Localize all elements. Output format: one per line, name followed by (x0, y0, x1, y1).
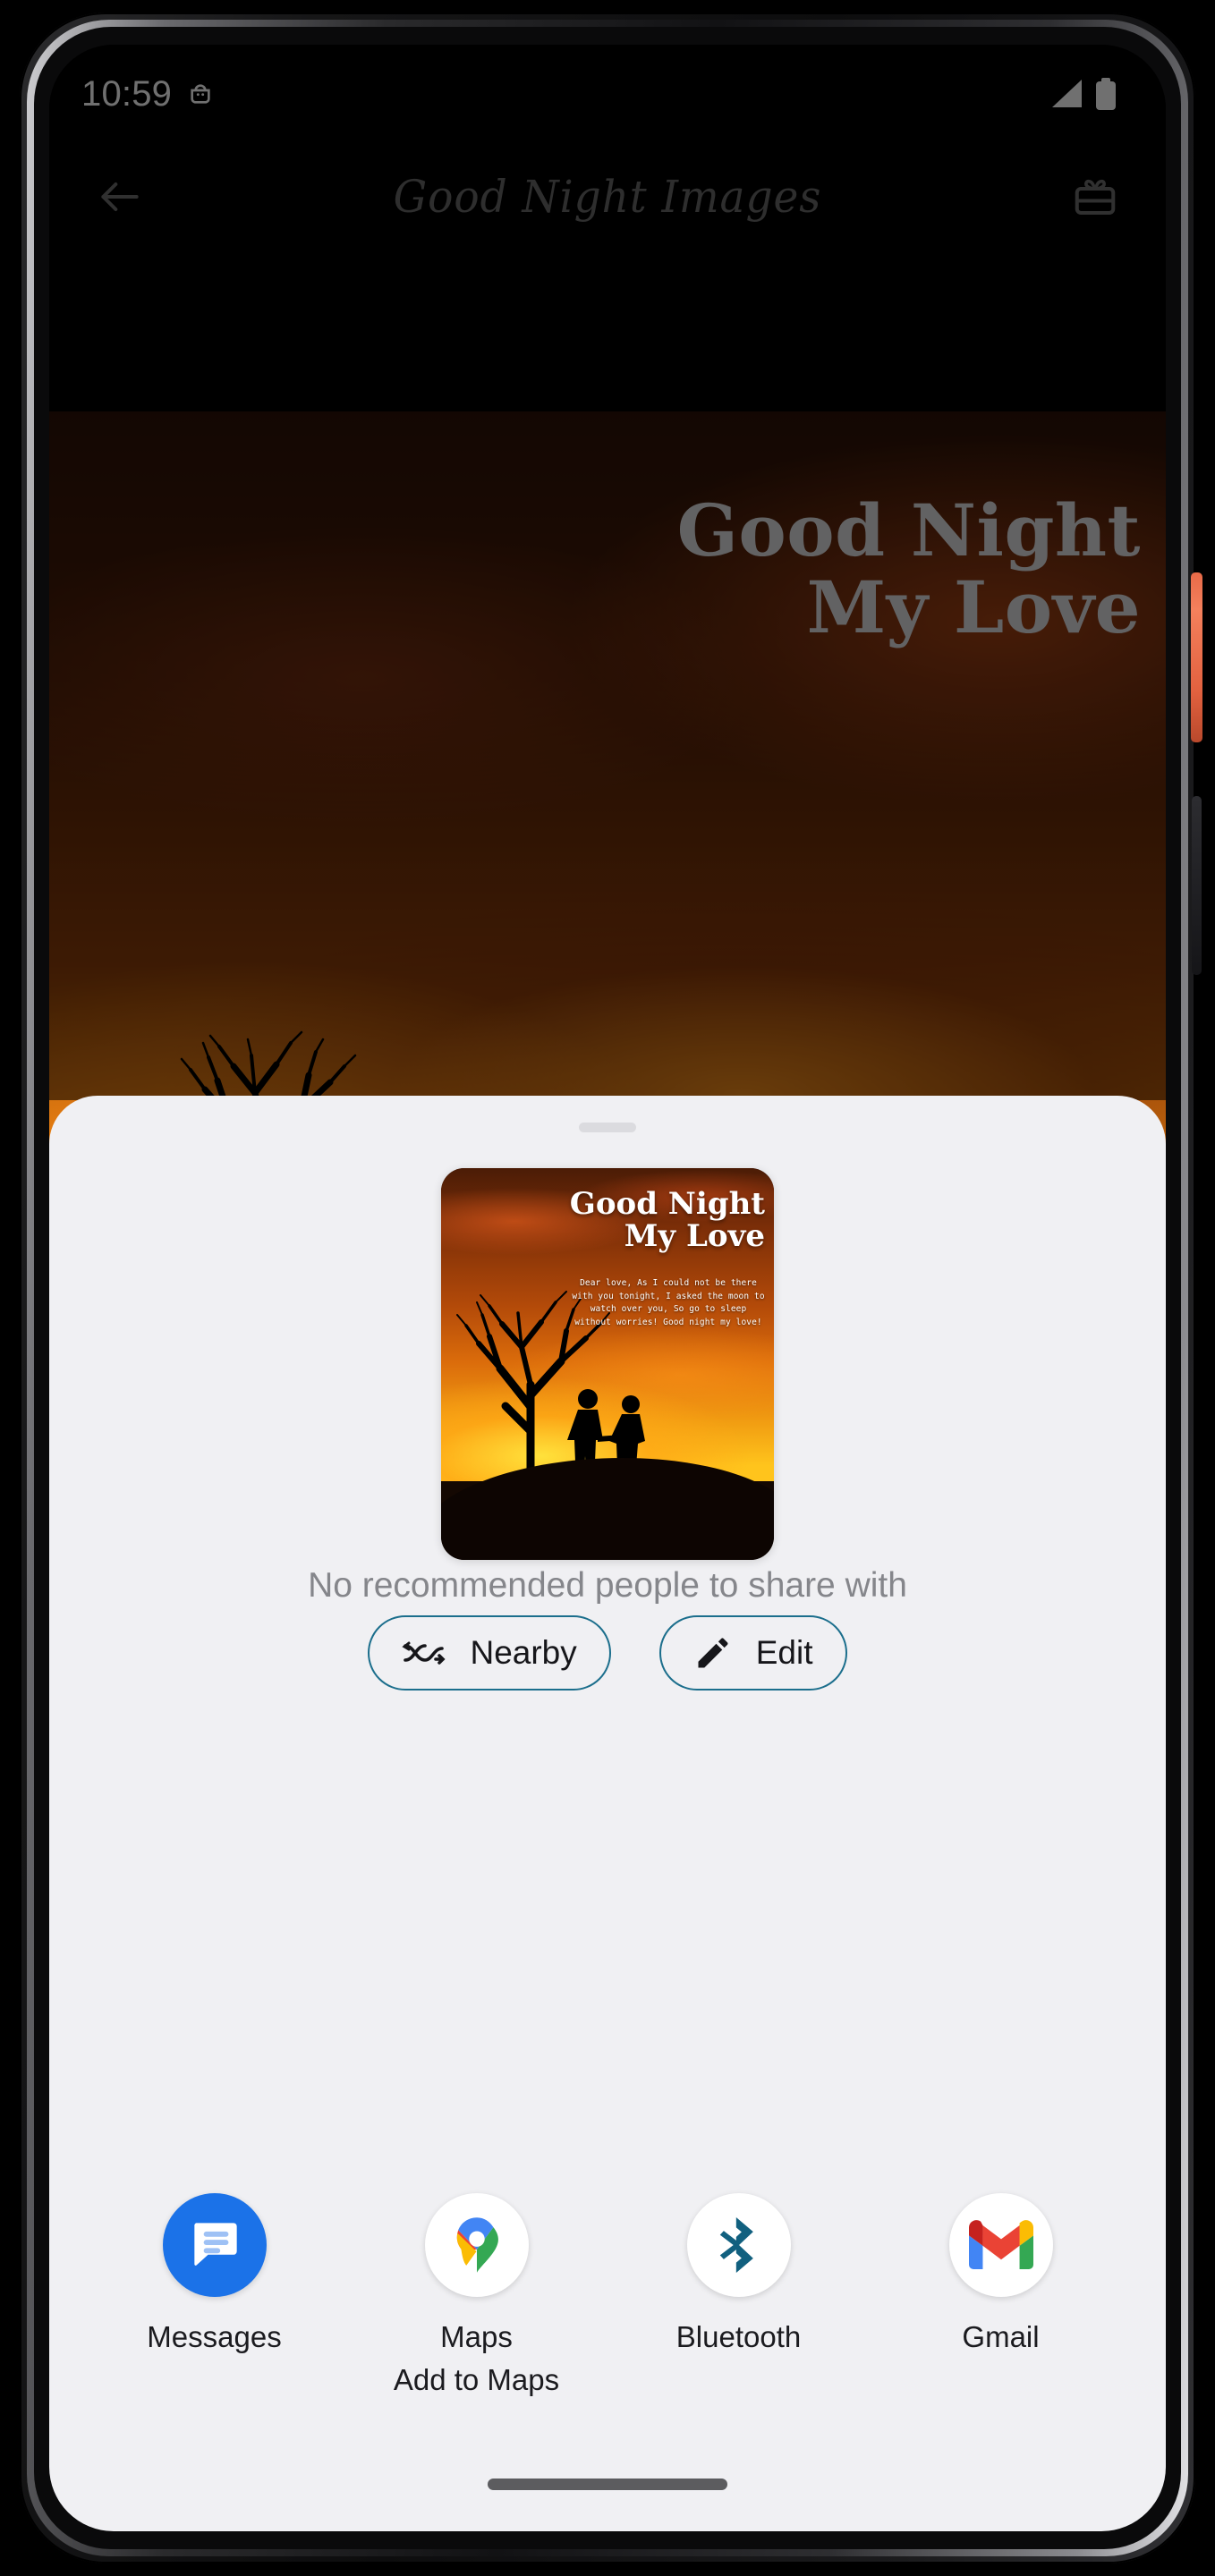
share-target-messages-label: Messages (147, 2320, 282, 2353)
nearby-button[interactable]: Nearby (368, 1615, 611, 1690)
nearby-share-icon (402, 1641, 446, 1665)
share-target-maps-label: Maps (440, 2320, 513, 2353)
background-scrim[interactable] (49, 45, 1166, 1100)
volume-button[interactable] (1192, 796, 1202, 975)
thumbnail-title: Good Night My Love (570, 1188, 765, 1252)
nearby-button-label: Nearby (470, 1634, 577, 1671)
share-target-bluetooth[interactable]: Bluetooth (636, 2193, 842, 2354)
empty-state-text: No recommended people to share with (308, 1566, 907, 1605)
thumbnail-message: Dear love, As I could not be there with … (572, 1278, 765, 1328)
edit-button-label: Edit (755, 1634, 813, 1671)
share-action-row: Nearby Edit (368, 1615, 847, 1690)
share-target-maps-subtitle: Add to Maps (393, 2363, 560, 2396)
share-target-gmail[interactable]: Gmail (898, 2193, 1104, 2354)
share-target-messages[interactable]: Messages (112, 2193, 318, 2354)
phone-frame: Good Night My Love 10:59 (0, 0, 1215, 2576)
phone-screen: Good Night My Love 10:59 (49, 45, 1166, 2531)
gesture-nav-pill[interactable] (488, 2479, 727, 2490)
shared-image-thumbnail[interactable]: Good Night My Love Dear love, As I could… (441, 1168, 774, 1560)
gmail-icon (948, 2193, 1053, 2297)
thumbnail-title-line1: Good Night (569, 1186, 765, 1222)
drag-handle[interactable] (579, 1123, 636, 1132)
share-sheet: Good Night My Love Dear love, As I could… (49, 1096, 1166, 2531)
share-target-bluetooth-label: Bluetooth (675, 2320, 802, 2353)
maps-icon (424, 2193, 529, 2297)
share-app-targets: Messages Maps Add to Maps Bluetooth Gmai… (49, 2193, 1166, 2397)
bluetooth-icon (686, 2193, 791, 2297)
share-target-maps[interactable]: Maps Add to Maps (374, 2193, 580, 2397)
thumbnail-title-line2: My Love (624, 1218, 765, 1255)
pencil-edit-icon (698, 1638, 728, 1668)
share-target-gmail-label: Gmail (962, 2320, 1040, 2353)
app-viewport: Good Night My Love 10:59 (49, 45, 1166, 2531)
messages-icon (162, 2193, 267, 2297)
edit-button[interactable]: Edit (658, 1615, 847, 1690)
power-button[interactable] (1191, 572, 1202, 742)
